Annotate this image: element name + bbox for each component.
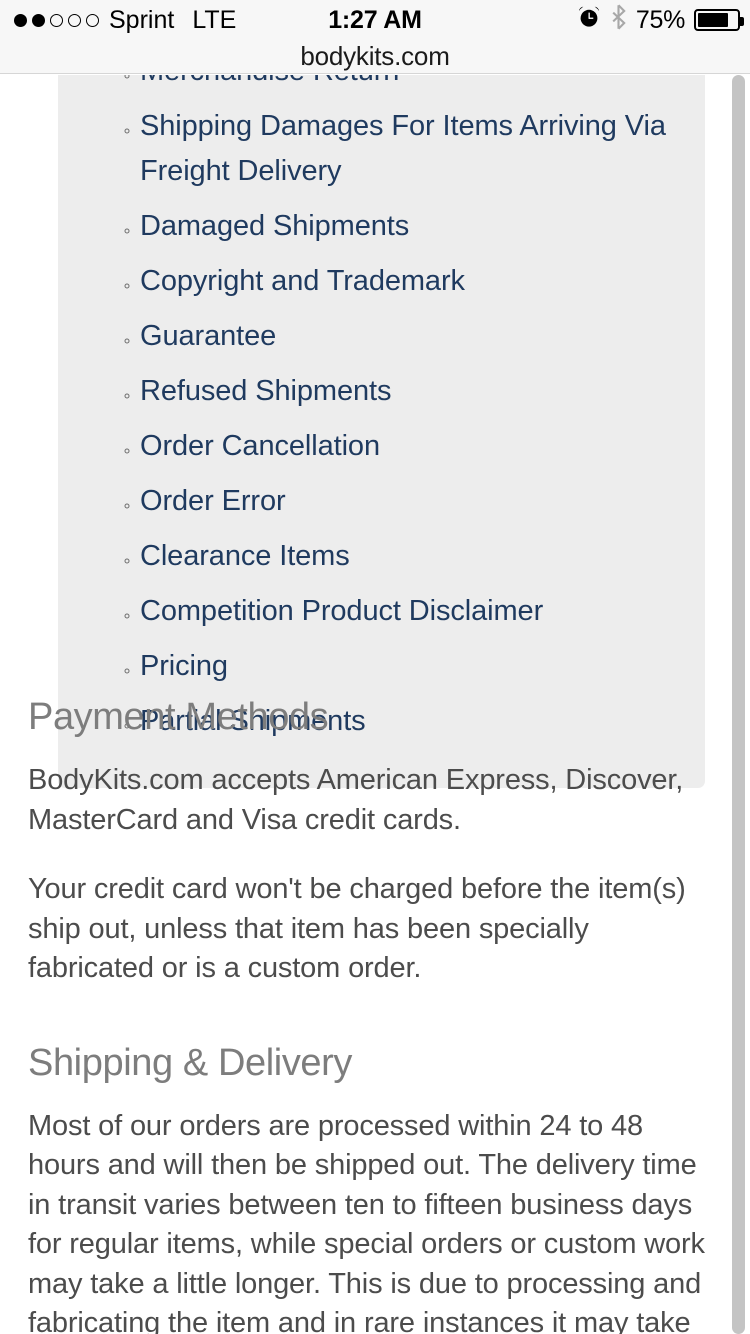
list-item[interactable]: Damaged Shipments	[140, 204, 675, 249]
toc-link[interactable]: Pricing	[140, 650, 228, 682]
list-item[interactable]: Copyright and Trademark	[140, 259, 675, 304]
list-item[interactable]: Guarantee	[140, 314, 675, 359]
toc-link[interactable]: Clearance Items	[140, 540, 350, 572]
list-item[interactable]: Refused Shipments	[140, 369, 675, 414]
list-item[interactable]: Pricing	[140, 644, 675, 689]
list-item[interactable]: Merchandise Return	[140, 75, 675, 94]
list-item[interactable]: Competition Product Disclaimer	[140, 589, 675, 634]
table-of-contents-list: Merchandise Return Shipping Damages For …	[58, 75, 705, 744]
alarm-clock-icon	[577, 5, 601, 36]
status-bar-right: 75%	[577, 3, 744, 37]
toc-link[interactable]: Guarantee	[140, 320, 276, 352]
webpage-content: Merchandise Return Shipping Damages For …	[0, 75, 750, 1334]
table-of-contents-box: Merchandise Return Shipping Damages For …	[58, 75, 705, 788]
toc-link[interactable]: Shipping Damages For Items Arriving Via …	[140, 110, 666, 187]
list-item[interactable]: Shipping Damages For Items Arriving Via …	[140, 104, 675, 194]
list-item[interactable]: Order Error	[140, 479, 675, 524]
toc-link[interactable]: Copyright and Trademark	[140, 265, 465, 297]
page-scrollbar[interactable]	[732, 75, 745, 1334]
list-item[interactable]: Order Cancellation	[140, 424, 675, 469]
paragraph: Most of our orders are processed within …	[28, 1109, 705, 1334]
article-body: Payment Methods BodyKits.com accepts Ame…	[28, 695, 710, 1334]
paragraph: BodyKits.com accepts American Express, D…	[28, 764, 684, 836]
battery-fill-level	[698, 13, 728, 27]
battery-icon	[694, 9, 744, 31]
toc-link[interactable]: Order Cancellation	[140, 430, 380, 462]
section-heading-shipping-delivery: Shipping & Delivery	[28, 1041, 353, 1084]
scrollbar-thumb[interactable]	[732, 75, 745, 1334]
paragraph: Your credit card won't be charged before…	[28, 873, 686, 984]
browser-url-bar[interactable]: bodykits.com	[0, 40, 750, 74]
battery-percentage-label: 75%	[635, 5, 685, 34]
toc-link[interactable]: Refused Shipments	[140, 375, 391, 407]
toc-link[interactable]: Damaged Shipments	[140, 210, 409, 242]
toc-link[interactable]: Merchandise Return	[140, 75, 399, 87]
toc-link[interactable]: Order Error	[140, 485, 286, 517]
ios-status-bar: Sprint LTE 1:27 AM 75%	[0, 0, 750, 40]
toc-link[interactable]: Competition Product Disclaimer	[140, 595, 543, 627]
page-title: Payment Methods	[28, 696, 329, 738]
url-text[interactable]: bodykits.com	[300, 41, 450, 72]
bluetooth-icon	[610, 3, 627, 37]
list-item[interactable]: Clearance Items	[140, 534, 675, 579]
